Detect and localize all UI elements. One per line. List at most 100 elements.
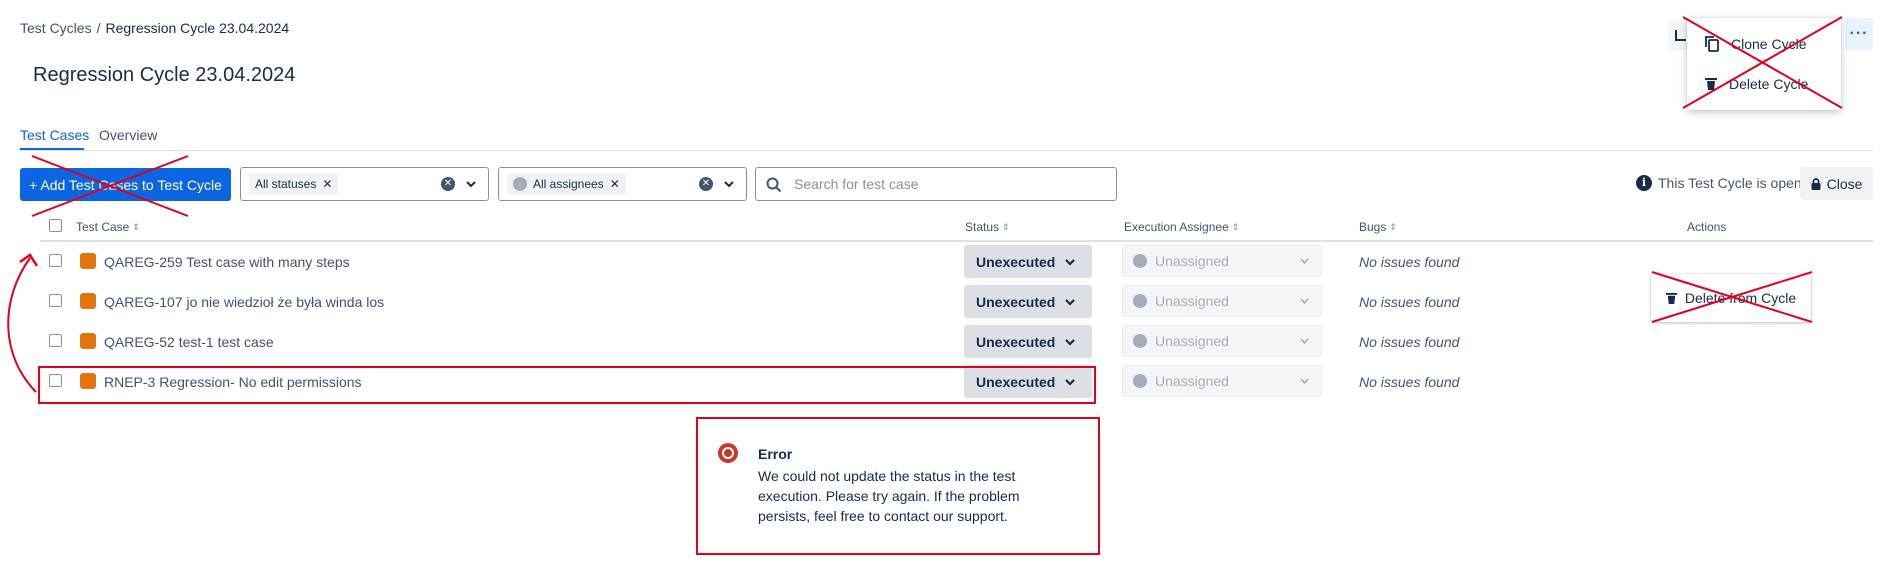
assignee-label: Unassigned xyxy=(1155,373,1229,389)
status-filter-select[interactable]: All statuses ✕ ✕ xyxy=(240,167,489,201)
assignee-select[interactable]: Unassigned xyxy=(1122,325,1322,357)
avatar-icon xyxy=(513,177,527,191)
bugs-text: No issues found xyxy=(1359,254,1460,270)
cycle-open-status: i This Test Cycle is open xyxy=(1636,175,1802,191)
status-dropdown[interactable]: Unexecuted xyxy=(964,285,1092,318)
test-case-link[interactable]: QAREG-52 test-1 test case xyxy=(104,334,274,350)
chevron-down-icon xyxy=(1065,298,1076,306)
error-title: Error xyxy=(758,446,793,462)
error-toast: Error We could not update the status in … xyxy=(696,417,1100,555)
chevron-down-icon xyxy=(1300,258,1309,265)
open-status-text: This Test Cycle is open xyxy=(1658,175,1802,191)
search-box xyxy=(755,167,1117,201)
error-icon xyxy=(718,443,738,463)
chip-label: All assignees xyxy=(533,177,604,191)
select-all-checkbox[interactable] xyxy=(49,219,62,232)
cycle-actions-menu: Clone Cycle Delete Cycle xyxy=(1687,18,1841,110)
clear-icon[interactable]: ✕ xyxy=(441,177,455,191)
menu-item-label: Delete Cycle xyxy=(1729,76,1809,92)
row-checkbox[interactable] xyxy=(49,294,62,307)
delete-from-cycle-button[interactable]: Delete from Cycle xyxy=(1651,274,1811,322)
tab-overview[interactable]: Overview xyxy=(99,127,157,143)
tabs-divider xyxy=(20,150,1873,151)
breadcrumb-current: Regression Cycle 23.04.2024 xyxy=(105,20,290,36)
search-input[interactable] xyxy=(794,175,1094,193)
column-label: Execution Assignee xyxy=(1124,220,1229,234)
sort-icon: ⇕ xyxy=(132,221,140,232)
menu-item-label: Clone Cycle xyxy=(1731,36,1807,52)
lock-icon xyxy=(1811,177,1821,190)
assignee-select[interactable]: Unassigned xyxy=(1122,285,1322,317)
avatar-icon xyxy=(1133,374,1147,388)
status-dropdown[interactable]: Unexecuted xyxy=(964,325,1092,358)
sort-icon: ⇕ xyxy=(1231,221,1240,232)
copy-icon xyxy=(1705,36,1719,52)
page: Test Cycles / Regression Cycle 23.04.202… xyxy=(0,0,1883,587)
trash-icon xyxy=(1665,292,1677,304)
status-label: Unexecuted xyxy=(976,293,1056,310)
status-label: Unexecuted xyxy=(976,253,1056,270)
row-highlight-annotation xyxy=(38,366,1096,404)
remove-chip-icon[interactable]: ✕ xyxy=(610,177,620,191)
clear-icon[interactable]: ✕ xyxy=(699,177,713,191)
column-header-test-case[interactable]: Test Case ⇕ xyxy=(76,220,140,234)
arrow-head-annotation xyxy=(19,253,39,267)
trash-icon xyxy=(1705,78,1717,90)
close-button-label: Close xyxy=(1826,175,1863,192)
more-actions-button[interactable]: ··· xyxy=(1845,18,1873,50)
test-case-icon xyxy=(80,333,96,349)
breadcrumb-separator: / xyxy=(96,20,101,36)
bugs-text: No issues found xyxy=(1359,334,1460,350)
tab-test-cases[interactable]: Test Cases xyxy=(20,127,89,143)
row-checkbox[interactable] xyxy=(49,334,62,347)
add-test-cases-button[interactable]: + Add Test Cases to Test Cycle xyxy=(20,168,231,201)
status-dropdown[interactable]: Unexecuted xyxy=(964,245,1092,278)
arrow-annotation xyxy=(7,257,37,393)
avatar-icon xyxy=(1133,294,1147,308)
sort-icon: ⇕ xyxy=(1389,221,1397,232)
table-header-divider xyxy=(40,240,1873,242)
column-header-execution-assignee[interactable]: Execution Assignee ⇕ xyxy=(1124,220,1239,234)
assignee-label: Unassigned xyxy=(1155,253,1229,269)
error-message: We could not update the status in the te… xyxy=(758,468,1020,524)
column-header-status[interactable]: Status ⇕ xyxy=(965,220,1010,234)
remove-chip-icon[interactable]: ✕ xyxy=(322,177,332,191)
test-case-link[interactable]: QAREG-107 jo nie wiedzioł że była winda … xyxy=(104,294,384,310)
page-title: Regression Cycle 23.04.2024 xyxy=(33,64,296,86)
column-header-bugs[interactable]: Bugs ⇕ xyxy=(1359,220,1397,234)
test-case-icon xyxy=(80,253,96,269)
bugs-text: No issues found xyxy=(1359,374,1460,390)
assignee-filter-chip: All assignees ✕ xyxy=(507,173,626,195)
chevron-down-icon[interactable] xyxy=(724,179,734,189)
status-label: Unexecuted xyxy=(976,333,1056,350)
menu-item-clone-cycle[interactable]: Clone Cycle xyxy=(1687,26,1841,62)
assignee-label: Unassigned xyxy=(1155,333,1229,349)
sort-icon: ⇕ xyxy=(1002,221,1010,232)
test-case-link[interactable]: QAREG-259 Test case with many steps xyxy=(104,254,350,270)
chevron-down-icon xyxy=(1300,298,1309,305)
breadcrumb: Test Cycles / Regression Cycle 23.04.202… xyxy=(20,20,289,36)
chevron-down-icon xyxy=(1065,258,1076,266)
assignee-select[interactable]: Unassigned xyxy=(1122,245,1322,277)
row-checkbox[interactable] xyxy=(49,254,62,267)
column-header-actions: Actions xyxy=(1687,220,1726,234)
status-filter-chip: All statuses ✕ xyxy=(249,173,339,195)
info-icon: i xyxy=(1636,175,1652,191)
assignee-label: Unassigned xyxy=(1155,293,1229,309)
column-label: Test Case xyxy=(76,220,130,234)
assignee-filter-select[interactable]: All assignees ✕ ✕ xyxy=(498,167,747,201)
test-case-icon xyxy=(80,293,96,309)
chevron-down-icon[interactable] xyxy=(466,179,476,189)
column-label: Status xyxy=(965,220,1000,234)
chip-label: All statuses xyxy=(255,177,317,191)
assignee-select[interactable]: Unassigned xyxy=(1122,365,1322,397)
column-label: Actions xyxy=(1687,220,1727,234)
delete-from-cycle-label: Delete from Cycle xyxy=(1684,290,1797,306)
search-icon xyxy=(766,177,782,193)
chevron-down-icon xyxy=(1300,338,1309,345)
avatar-icon xyxy=(1133,254,1147,268)
close-cycle-button[interactable]: Close xyxy=(1800,167,1873,200)
breadcrumb-link-test-cycles[interactable]: Test Cycles xyxy=(20,20,92,36)
menu-item-delete-cycle[interactable]: Delete Cycle xyxy=(1687,66,1841,102)
chevron-down-icon xyxy=(1300,378,1309,385)
